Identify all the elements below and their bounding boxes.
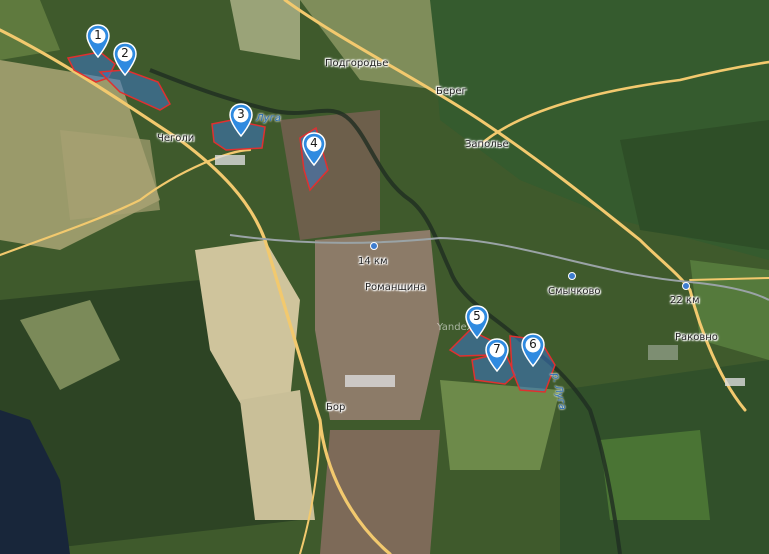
place-label-romanshchina: Романщина [365, 282, 426, 293]
river-label-luga: Луга [256, 113, 281, 124]
parcel-marker-7[interactable]: 7 [485, 338, 509, 372]
parcel-marker-1[interactable]: 1 [86, 24, 110, 58]
place-label-zapolye: Заполье [465, 139, 509, 150]
parcel-marker-5[interactable]: 5 [465, 305, 489, 339]
satellite-imagery [0, 0, 769, 554]
parcel-marker-4[interactable]: 4 [302, 132, 326, 166]
parcel-marker-6[interactable]: 6 [521, 333, 545, 367]
parcel-marker-3[interactable]: 3 [229, 103, 253, 137]
map-view[interactable]: Подгородье Берег Заполье Чеголи Романщин… [0, 0, 769, 554]
place-label-rakovno: Раковно [675, 332, 718, 343]
place-label-bor: Бор [326, 402, 346, 413]
marker-number: 5 [473, 309, 481, 323]
place-label-bereg: Берег [436, 86, 467, 97]
place-label-chegoli: Чеголи [157, 133, 195, 144]
marker-number: 6 [529, 337, 537, 351]
marker-number: 3 [237, 107, 245, 121]
place-label-smychkovo: Смычково [548, 286, 601, 297]
parcel-marker-2[interactable]: 2 [113, 42, 137, 76]
marker-number: 7 [493, 342, 501, 356]
marker-number: 2 [121, 46, 129, 60]
km-marker-14-dot [370, 242, 378, 250]
km-marker-22-dot [682, 282, 690, 290]
marker-number: 4 [310, 136, 318, 150]
distance-label-14km: 14 км [358, 256, 388, 267]
distance-label-22km: 22 км [670, 295, 700, 306]
marker-number: 1 [94, 28, 102, 42]
place-label-podgorodye: Подгородье [325, 58, 389, 69]
smychkovo-dot [568, 272, 576, 280]
